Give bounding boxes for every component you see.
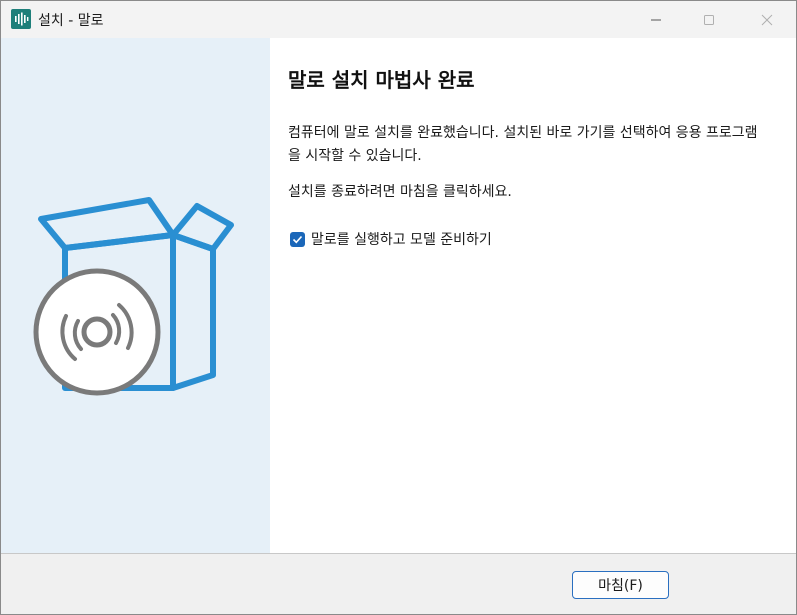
launch-checkbox[interactable] — [290, 231, 305, 247]
footer-bar: 마침(F) — [1, 554, 796, 614]
page-title: 말로 설치 마법사 완료 — [288, 68, 475, 92]
install-box-disc-icon — [33, 197, 234, 396]
finish-instruction: 설치를 종료하려면 마침을 클릭하세요. — [288, 184, 512, 200]
launch-option[interactable]: 말로를 실행하고 모델 준비하기 — [290, 228, 492, 250]
close-icon — [761, 14, 773, 25]
minimize-icon — [651, 19, 661, 20]
completion-message: 컴퓨터에 말로 설치를 완료했습니다. 설치된 바로 가기를 선택하여 응용 프… — [288, 125, 758, 164]
minimize-button[interactable] — [632, 1, 680, 38]
launch-checkbox-label[interactable]: 말로를 실행하고 모델 준비하기 — [311, 229, 492, 249]
window-title: 설치 - 말로 — [38, 13, 104, 29]
maximize-button[interactable] — [685, 1, 733, 38]
installer-window: 설치 - 말로 말로 설치 마법사 완료 컴퓨터에 말로 설치를 완료했습니다.… — [0, 0, 797, 615]
checkmark-icon — [292, 235, 303, 243]
content-panel: 말로 설치 마법사 완료 컴퓨터에 말로 설치를 완료했습니다. 설치된 바로 … — [270, 38, 796, 553]
maximize-icon — [704, 14, 714, 25]
finish-button[interactable]: 마침(F) — [572, 571, 669, 599]
title-bar[interactable]: 설치 - 말로 — [1, 1, 796, 38]
close-button[interactable] — [743, 1, 791, 38]
side-banner — [1, 38, 270, 553]
app-icon — [11, 9, 31, 29]
